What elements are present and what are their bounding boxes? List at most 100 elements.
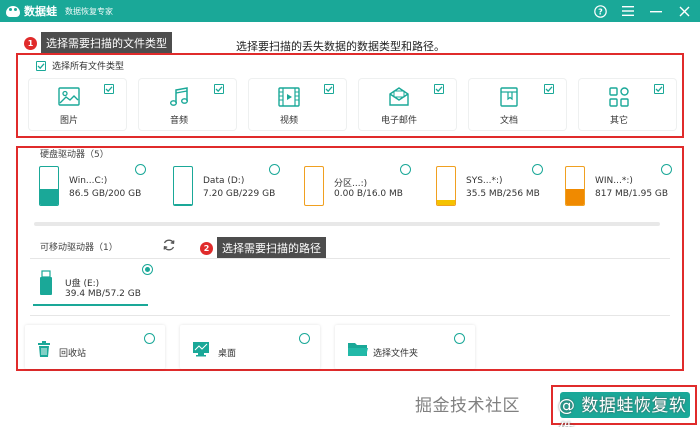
drive-item[interactable]: Win...C:) 86.5 GB/200 GB bbox=[31, 164, 154, 214]
type-checkbox[interactable] bbox=[324, 84, 334, 94]
select-all-types[interactable]: 选择所有文件类型 bbox=[36, 59, 124, 72]
drive-radio[interactable] bbox=[661, 164, 672, 175]
folder-icon bbox=[348, 343, 368, 356]
type-label: 视频 bbox=[279, 116, 298, 126]
refresh-button[interactable] bbox=[162, 238, 176, 255]
drive-item[interactable]: SYS...*:) 35.5 MB/256 MB bbox=[428, 164, 551, 214]
close-icon bbox=[679, 6, 689, 16]
drive-radio[interactable] bbox=[532, 164, 543, 175]
callout-text: 选择需要扫描的文件类型 bbox=[41, 32, 172, 54]
app-subtitle: 数据恢复专家 bbox=[65, 6, 113, 16]
drive-usage-fill bbox=[174, 203, 192, 205]
drive-item[interactable]: WIN...*:) 817 MB/1.95 GB bbox=[557, 164, 680, 214]
drive-size: 35.5 MB/256 MB bbox=[466, 189, 540, 199]
callout-number: 2 bbox=[200, 241, 213, 255]
drive-name: Data (D:) bbox=[203, 176, 245, 186]
minimize-button[interactable] bbox=[648, 3, 664, 19]
location-card-desktop[interactable]: 桌面 bbox=[180, 325, 320, 369]
checkmark-icon bbox=[655, 86, 663, 93]
location-radio[interactable] bbox=[454, 333, 465, 344]
video-icon bbox=[278, 87, 300, 107]
drive-size: 0.00 B/16.0 MB bbox=[334, 189, 403, 199]
image-icon bbox=[58, 87, 80, 106]
usb-drive-icon bbox=[40, 270, 52, 295]
selected-underline bbox=[33, 304, 148, 306]
checkmark-icon bbox=[215, 86, 223, 93]
document-icon bbox=[500, 87, 518, 107]
watermark-text: 掘金技术社区 bbox=[415, 396, 520, 416]
callout-file-types: 1 选择需要扫描的文件类型 bbox=[24, 32, 172, 54]
drive-icon bbox=[304, 166, 324, 206]
type-label: 图片 bbox=[59, 116, 78, 126]
music-icon bbox=[170, 87, 188, 106]
hard-drives-title: 硬盘驱动器（5） bbox=[40, 150, 109, 160]
location-label: 选择文件夹 bbox=[373, 349, 419, 359]
type-card-audio[interactable]: 音频 bbox=[139, 79, 236, 130]
drive-icon bbox=[565, 166, 585, 206]
type-card-other[interactable]: 其它 bbox=[579, 79, 676, 130]
checkmark-icon bbox=[105, 86, 113, 93]
drive-item[interactable]: Data (D:) 7.20 GB/229 GB bbox=[165, 164, 288, 214]
frog-logo-icon bbox=[6, 4, 20, 18]
type-card-video[interactable]: 视频 bbox=[249, 79, 346, 130]
removable-drives-title: 可移动驱动器（1） bbox=[40, 243, 118, 253]
callout-path: 2 选择需要扫描的路径 bbox=[200, 237, 326, 259]
location-label: 桌面 bbox=[218, 349, 237, 359]
type-checkbox[interactable] bbox=[104, 84, 114, 94]
type-checkbox[interactable] bbox=[214, 84, 224, 94]
drive-item[interactable]: 分区...:) 0.00 B/16.0 MB bbox=[296, 164, 419, 214]
checkmark-icon bbox=[325, 86, 333, 93]
section-divider bbox=[30, 258, 670, 259]
recycle-bin-icon bbox=[38, 341, 50, 357]
location-card-select-folder[interactable]: 选择文件夹 bbox=[335, 325, 475, 369]
type-card-email[interactable]: 电子邮件 bbox=[359, 79, 456, 130]
other-icon bbox=[609, 87, 629, 107]
drive-radio[interactable] bbox=[142, 264, 153, 275]
minimize-icon bbox=[650, 11, 662, 13]
location-card-recycle-bin[interactable]: 回收站 bbox=[25, 325, 165, 369]
checkmark-icon bbox=[545, 86, 553, 93]
help-icon: ? bbox=[593, 4, 607, 18]
drive-name: WIN...*:) bbox=[595, 176, 633, 186]
type-checkbox[interactable] bbox=[654, 84, 664, 94]
app-name: 数据蛙 bbox=[24, 5, 57, 18]
checkmark-icon bbox=[37, 62, 45, 69]
drive-usage-fill bbox=[40, 188, 58, 205]
location-radio[interactable] bbox=[299, 333, 310, 344]
drive-usage-fill bbox=[437, 199, 455, 205]
type-label: 音频 bbox=[169, 116, 188, 126]
drive-radio[interactable] bbox=[269, 164, 280, 175]
horizontal-scrollbar[interactable] bbox=[34, 222, 660, 226]
callout-number: 1 bbox=[24, 36, 37, 50]
section-divider bbox=[30, 315, 670, 316]
type-label: 文档 bbox=[499, 116, 518, 126]
menu-button[interactable] bbox=[620, 3, 636, 19]
svg-text:?: ? bbox=[598, 7, 603, 16]
type-checkbox[interactable] bbox=[434, 84, 444, 94]
drive-usage-fill bbox=[566, 189, 584, 205]
type-card-documents[interactable]: 文档 bbox=[469, 79, 566, 130]
drive-name: U盘 (E:) bbox=[65, 279, 100, 289]
usb-drive-item[interactable]: U盘 (E:) 39.4 MB/57.2 GB bbox=[31, 264, 155, 306]
type-checkbox[interactable] bbox=[544, 84, 554, 94]
menu-icon bbox=[622, 6, 634, 16]
drive-name: 分区...:) bbox=[334, 179, 368, 189]
callout-text: 选择需要扫描的路径 bbox=[217, 237, 326, 259]
select-all-label: 选择所有文件类型 bbox=[52, 62, 125, 72]
refresh-icon bbox=[163, 239, 175, 251]
drive-size: 7.20 GB/229 GB bbox=[203, 189, 276, 199]
type-label: 其它 bbox=[609, 116, 628, 126]
type-card-images[interactable]: 图片 bbox=[29, 79, 126, 130]
select-all-checkbox[interactable] bbox=[36, 60, 46, 71]
close-button[interactable] bbox=[676, 3, 692, 19]
location-label: 回收站 bbox=[59, 349, 87, 359]
checkmark-icon bbox=[435, 86, 443, 93]
location-radio[interactable] bbox=[144, 333, 155, 344]
drive-radio[interactable] bbox=[135, 164, 146, 175]
desktop-icon bbox=[193, 342, 209, 357]
drive-icon bbox=[39, 166, 59, 206]
help-button[interactable]: ? bbox=[592, 3, 608, 19]
drive-name: SYS...*:) bbox=[466, 176, 503, 186]
type-label: 电子邮件 bbox=[380, 116, 417, 126]
drive-radio[interactable] bbox=[400, 164, 411, 175]
